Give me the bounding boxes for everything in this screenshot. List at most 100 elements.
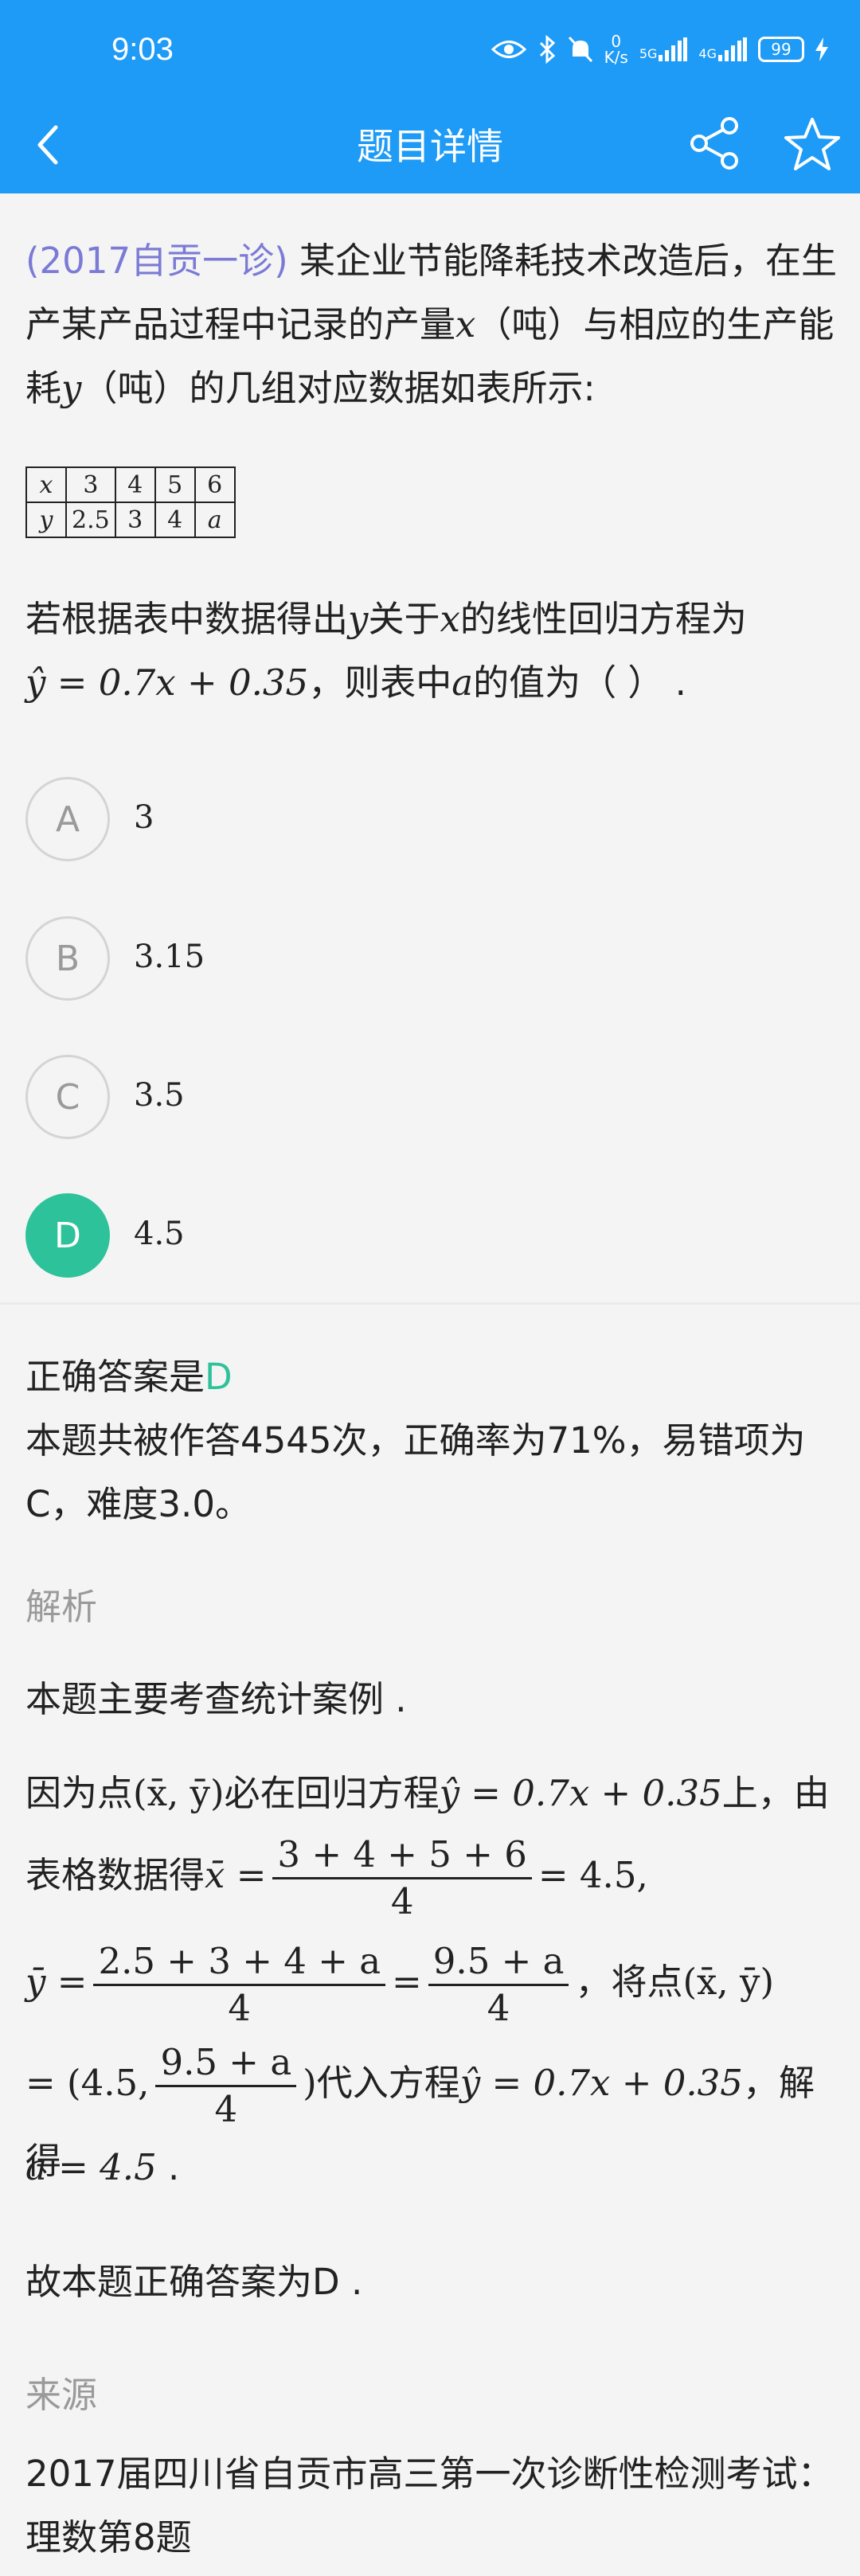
bluetooth-icon [539, 35, 555, 64]
question-var-y: y [61, 367, 82, 409]
sol-text: 必在回归方程 [224, 1772, 440, 1814]
option-value: 3 [134, 799, 154, 836]
analysis-intro: 本题主要考查统计案例 . [25, 1678, 407, 1720]
eye-icon [491, 41, 526, 58]
answer-letter: D [205, 1356, 233, 1398]
table-cell: x [25, 466, 67, 503]
sol-math: x̄ = [205, 1854, 267, 1896]
analysis-title: 解析 [25, 1586, 98, 1628]
option-letter: C [25, 1055, 110, 1139]
fraction: 3 + 4 + 5 + 64 [272, 1832, 532, 1924]
regression-equation: ŷ = 0.7x + 0.35 [25, 662, 309, 704]
question-var-x: x [455, 303, 476, 345]
app-header: 9:03 0 K/s 5G 4G 99 题目详情 [0, 0, 860, 193]
denominator: 4 [228, 1987, 252, 2029]
mute-bell-icon [568, 36, 592, 63]
numerator: 3 + 4 + 5 + 6 [272, 1832, 532, 1879]
answer-label: 正确答案是 [25, 1356, 205, 1398]
source-title: 来源 [25, 2374, 98, 2416]
table-cell: 4 [154, 502, 196, 538]
fraction: 9.5 + a4 [428, 1939, 569, 2031]
option-value: 4.5 [134, 1216, 185, 1252]
solution-line-3: ȳ = 2.5 + 3 + 4 + a 4 = 9.5 + a 4 ，将点(x̄, ȳ) [25, 1939, 846, 2031]
signal-5g: 5G [639, 37, 688, 61]
solution-line-1: 因为点(x̄, ȳ)必在回归方程ŷ = 0.7x + 0.35上，由 [25, 1764, 846, 1816]
table-row: y 2.5 3 4 a [25, 502, 236, 538]
answer-block: 正确答案是D 本题共被作答4545次，正确率为71%，易错项为C，难度3.0。 [25, 1345, 846, 1536]
signal-bars-icon [659, 37, 688, 61]
question-prompt: 若根据表中数据得出y关于x的线性回归方程为 ŷ = 0.7x + 0.35，则表中… [25, 587, 838, 715]
sol-math: = (4.5, [25, 2062, 150, 2104]
prompt-var-y: y [348, 598, 369, 640]
sol-math: a = 4.5 [25, 2146, 157, 2188]
table-cell: 2.5 [65, 502, 116, 538]
table-cell: a [194, 502, 236, 538]
net-speed: 0 K/s [604, 32, 628, 67]
solution-line-2: 表格数据得x̄ = 3 + 4 + 5 + 6 4 = 4.5, [25, 1832, 846, 1924]
prompt-var-x: x [440, 598, 460, 640]
status-icons: 0 K/s 5G 4G 99 [491, 33, 828, 65]
favorite-star-icon[interactable] [782, 115, 842, 175]
denominator: 4 [214, 2088, 238, 2130]
option-d[interactable]: D 4.5 [25, 1193, 822, 1279]
divider [0, 1302, 860, 1305]
table-cell: 5 [154, 466, 196, 503]
option-b[interactable]: B 3.15 [25, 916, 822, 1002]
denominator: 4 [487, 1987, 510, 2029]
table-cell: 3 [65, 466, 116, 503]
prompt-text: 关于 [368, 598, 440, 640]
sol-text: 上，由 [721, 1772, 830, 1814]
battery-icon: 99 [758, 37, 804, 62]
data-table: x 3 4 5 6 y 2.5 3 4 a [25, 466, 236, 538]
sol-math: (x̄, ȳ) [133, 1772, 225, 1814]
sol-text: 因为点 [25, 1772, 134, 1814]
question-source-tag[interactable]: (2017自贡一诊) [25, 240, 288, 282]
prompt-text: 的线性回归方程为 [459, 598, 747, 640]
charging-icon [815, 37, 828, 61]
option-letter-selected: D [25, 1193, 110, 1278]
sol-text: ，将点 [575, 1961, 683, 2003]
option-value: 3.5 [134, 1077, 185, 1114]
prompt-text: ，则表中 [308, 662, 452, 704]
question-text-3: （吨）的几组对应数据如表所示: [81, 367, 596, 409]
source-text: 2017届四川省自贡市高三第一次诊断性检测考试：理数第8题 [25, 2453, 834, 2558]
nav-bar: 题目详情 [0, 96, 860, 193]
sol-math: (x̄, ȳ) [682, 1961, 775, 2003]
sol-math: = [392, 1961, 422, 2003]
prompt-var-a: a [452, 662, 474, 704]
question-stem: (2017自贡一诊) 某企业节能降耗技术改造后，在生产某产品过程中记录的产量x（… [25, 229, 838, 420]
status-time: 9:03 [111, 32, 174, 67]
sol-text: 表格数据得 [25, 1854, 205, 1896]
signal-bars-icon-2 [718, 37, 747, 61]
sol-math: = 4.5, [538, 1854, 648, 1896]
analysis-conclusion: 故本题正确答案为D . [25, 2261, 363, 2303]
sol-math: ŷ = 0.7x + 0.35 [459, 2062, 743, 2104]
fraction: 2.5 + 3 + 4 + a4 [93, 1939, 386, 2031]
share-icon[interactable] [686, 115, 744, 172]
signal-4g: 4G [698, 37, 747, 61]
prompt-text: 若根据表中数据得出 [25, 598, 349, 640]
table-cell: 6 [194, 466, 236, 503]
sol-math: ŷ = 0.7x + 0.35 [439, 1772, 722, 1814]
option-letter: A [25, 777, 110, 861]
fraction: 9.5 + a4 [155, 2040, 297, 2132]
option-a[interactable]: A 3 [25, 777, 822, 863]
status-bar: 9:03 0 K/s 5G 4G 99 [0, 0, 860, 96]
sol-text: 代入方程 [316, 2062, 460, 2104]
answer-stats: 本题共被作答4545次，正确率为71%，易错项为C，难度3.0。 [25, 1419, 806, 1525]
sol-math: ) [303, 2062, 317, 2104]
prompt-text: 的值为（ ） . [473, 662, 686, 704]
sol-math: ȳ = [25, 1961, 88, 2003]
table-cell: 4 [114, 466, 156, 503]
table-cell: y [25, 502, 67, 538]
numerator: 9.5 + a [155, 2040, 297, 2087]
table-cell: 3 [114, 502, 156, 538]
option-c[interactable]: C 3.5 [25, 1055, 822, 1141]
numerator: 9.5 + a [428, 1939, 569, 1986]
numerator: 2.5 + 3 + 4 + a [93, 1939, 386, 1986]
sol-text: . [156, 2146, 180, 2188]
option-letter: B [25, 916, 110, 1001]
option-value: 3.15 [134, 939, 205, 975]
denominator: 4 [390, 1880, 414, 1922]
table-row: x 3 4 5 6 [25, 466, 236, 503]
